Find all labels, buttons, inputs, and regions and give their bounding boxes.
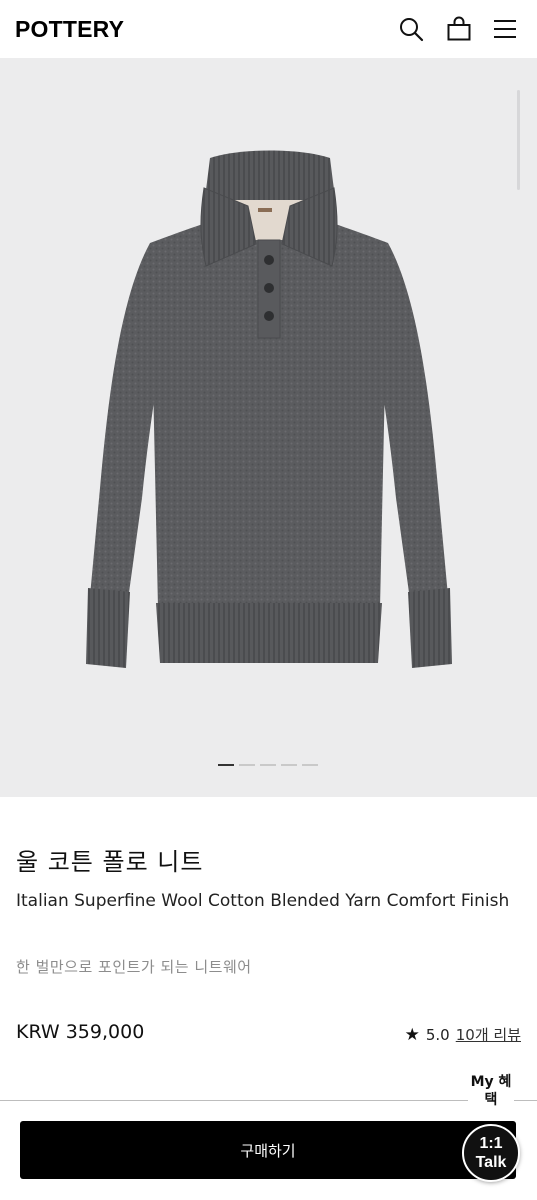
top-header: POTTERY xyxy=(0,0,537,58)
search-icon[interactable] xyxy=(398,16,424,42)
menu-icon[interactable] xyxy=(492,16,518,42)
carousel-dot-1[interactable] xyxy=(218,764,234,766)
talk-label-line2: Talk xyxy=(475,1154,507,1171)
carousel-dot-2[interactable] xyxy=(239,764,255,766)
product-image xyxy=(86,150,452,668)
brand-logo[interactable]: POTTERY xyxy=(15,16,124,43)
talk-chat-button[interactable]: 1:1 Talk xyxy=(462,1124,520,1182)
carousel-indicator xyxy=(218,764,318,766)
product-description: 한 벌만으로 포인트가 되는 니트웨어 xyxy=(16,958,252,976)
rating-summary: ★ 5.0 10개 리뷰 xyxy=(405,1024,521,1045)
scrollbar[interactable] xyxy=(517,90,520,190)
product-subtitle: Italian Superfine Wool Cotton Blended Ya… xyxy=(16,891,510,911)
talk-label-line1: 1:1 xyxy=(479,1135,503,1152)
shopping-bag-icon[interactable] xyxy=(446,16,472,42)
product-name: 울 코튼 폴로 니트 xyxy=(16,848,204,876)
rating-value: 5.0 xyxy=(425,1025,450,1044)
product-gallery[interactable] xyxy=(0,58,537,797)
carousel-dot-5[interactable] xyxy=(302,764,318,766)
reviews-link[interactable]: 10개 리뷰 xyxy=(456,1024,521,1045)
product-price: KRW 359,000 xyxy=(16,1021,145,1043)
my-benefit-button[interactable]: My 혜택 xyxy=(468,1073,514,1117)
star-icon: ★ xyxy=(404,1024,420,1045)
carousel-dot-4[interactable] xyxy=(281,764,297,766)
divider xyxy=(0,1100,537,1101)
buy-button[interactable]: 구매하기 xyxy=(20,1121,516,1179)
carousel-dot-3[interactable] xyxy=(260,764,276,766)
